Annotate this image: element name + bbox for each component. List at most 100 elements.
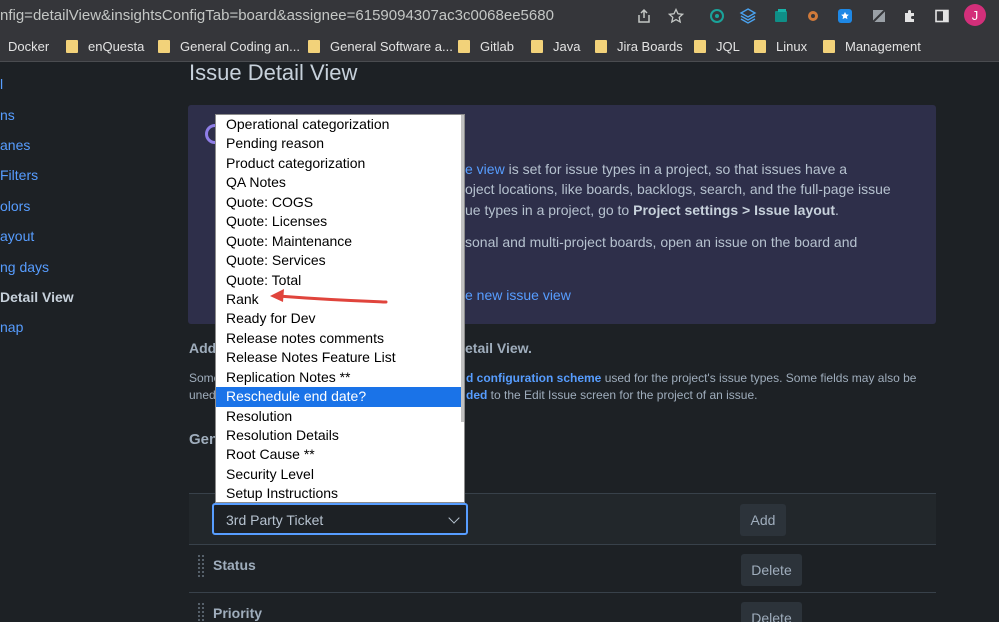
bookmark-general-coding[interactable]: General Coding an...	[158, 39, 300, 54]
sidebar-item[interactable]: ns	[0, 107, 15, 123]
bookmark-label: JQL	[716, 39, 740, 54]
dropdown-option[interactable]: Setup Instructions	[216, 484, 464, 502]
bookmark-jira-boards[interactable]: Jira Boards	[595, 39, 683, 54]
sidebar-item-working-days[interactable]: ng days	[0, 259, 49, 275]
bookmark-management[interactable]: Management	[823, 39, 921, 54]
info-line-3: ue types in a project, go to Project set…	[465, 202, 839, 218]
delete-button-status[interactable]: Delete	[741, 554, 802, 586]
dropdown-option[interactable]: Resolution	[216, 407, 464, 426]
dropdown-option[interactable]: Release Notes Feature List	[216, 348, 464, 367]
config-scheme-link[interactable]: d configuration scheme	[466, 371, 601, 385]
bookmark-linux[interactable]: Linux	[754, 39, 807, 54]
sidebar-item-card-colors[interactable]: olors	[0, 198, 30, 214]
desc-link[interactable]: ded	[466, 388, 487, 402]
folder-icon	[158, 40, 170, 53]
desc-text: to the Edit Issue screen for the project…	[487, 388, 758, 402]
dropdown-option[interactable]: Root Cause **	[216, 445, 464, 464]
bookmark-docker[interactable]: Docker	[8, 39, 49, 54]
desc-text: used for the project's issue types. Some…	[601, 371, 917, 385]
bookmark-jql[interactable]: JQL	[694, 39, 740, 54]
desc-line-2: ded to the Edit Issue screen for the pro…	[466, 388, 758, 402]
gray-square-extension-icon[interactable]	[869, 6, 889, 26]
sidebar-item[interactable]: l	[0, 76, 3, 92]
dropdown-option[interactable]: Replication Notes **	[216, 368, 464, 387]
info-link[interactable]: e view	[465, 161, 505, 177]
dropdown-option[interactable]: QA Notes	[216, 173, 464, 192]
folder-icon	[66, 40, 78, 53]
sidebar-item-swimlanes[interactable]: anes	[0, 137, 30, 153]
shield-extension-icon[interactable]	[835, 6, 855, 26]
bookmark-label: Docker	[8, 39, 50, 54]
browser-toolbar: nfig=detailView&insightsConfigTab=board&…	[0, 0, 999, 32]
sidebar-item-roadmap[interactable]: nap	[0, 319, 23, 335]
desc-left-2: uned	[189, 388, 216, 402]
info-text: ue types in a project, go to	[465, 202, 634, 218]
bookmark-label: enQuesta	[88, 39, 145, 54]
chevron-down-icon	[448, 512, 460, 524]
sidebar-item-card-layout[interactable]: ayout	[0, 228, 34, 244]
bookmark-star-icon[interactable]	[666, 6, 686, 26]
dropdown-option[interactable]: Quote: Maintenance	[216, 232, 464, 251]
profile-avatar[interactable]: J	[964, 4, 986, 26]
dropdown-option[interactable]: Ready for Dev	[216, 309, 464, 328]
info-line-2: oject locations, like boards, backlogs, …	[465, 181, 891, 197]
sidebar-item-quick-filters[interactable]: Filters	[0, 167, 38, 183]
folder-icon	[458, 40, 470, 53]
gear-extension-icon[interactable]	[803, 6, 823, 26]
folder-icon	[308, 40, 320, 53]
dropdown-option[interactable]: Resolution Details	[216, 426, 464, 445]
dropdown-option-highlighted[interactable]: Reschedule end date?	[216, 387, 464, 407]
info-text: .	[835, 202, 839, 218]
folder-icon	[694, 40, 706, 53]
delete-button-priority[interactable]: Delete	[741, 602, 802, 622]
new-issue-view-link[interactable]: e new issue view	[465, 287, 571, 303]
field-row-label-status: Status	[213, 557, 256, 573]
dropdown-option[interactable]: Quote: Services	[216, 251, 464, 270]
address-bar-url[interactable]: nfig=detailView&insightsConfigTab=board&…	[0, 7, 554, 24]
general-fields-heading: Gen	[189, 431, 219, 448]
dropdown-option[interactable]: Security Level	[216, 465, 464, 484]
dropdown-scrollbar[interactable]	[461, 115, 464, 422]
field-select[interactable]: 3rd Party Ticket	[212, 503, 468, 535]
bookmark-general-software[interactable]: General Software a...	[308, 39, 453, 54]
bookmark-label: Gitlab	[480, 39, 514, 54]
bookmark-label: Linux	[776, 39, 808, 54]
page-title: Issue Detail View	[189, 60, 358, 85]
bookmark-gitlab[interactable]: Gitlab	[458, 39, 514, 54]
folder-icon	[754, 40, 766, 53]
dropdown-option[interactable]: Quote: COGS	[216, 193, 464, 212]
dropdown-option[interactable]: Product categorization	[216, 154, 464, 173]
teal-extension-icon[interactable]	[771, 6, 791, 26]
dropdown-option-rank[interactable]: Rank	[216, 290, 464, 309]
drag-handle-icon[interactable]	[197, 554, 205, 578]
folder-icon	[823, 40, 835, 53]
drag-handle-icon[interactable]	[197, 602, 205, 622]
dropdown-option[interactable]: Quote: Total	[216, 271, 464, 290]
bookmark-label: Management	[845, 39, 921, 54]
field-row-label-priority: Priority	[213, 605, 263, 621]
field-select-value: 3rd Party Ticket	[226, 512, 324, 528]
info-line-1: e view is set for issue types in a proje…	[465, 161, 847, 177]
dropdown-option[interactable]: Operational categorization	[216, 115, 464, 134]
bookmarks-bar: Docker enQuesta General Coding an... Gen…	[0, 32, 999, 62]
bookmark-enquesta[interactable]: enQuesta	[66, 39, 144, 54]
row-divider	[189, 592, 936, 593]
dropdown-option[interactable]: Release notes comments	[216, 329, 464, 348]
bookmark-java[interactable]: Java	[531, 39, 580, 54]
field-options-dropdown[interactable]: Operational categorization Pending reaso…	[215, 114, 465, 503]
puzzle-extensions-icon[interactable]	[900, 6, 920, 26]
add-button[interactable]: Add	[740, 504, 786, 536]
layers-extension-icon[interactable]	[738, 6, 758, 26]
side-panel-icon[interactable]	[932, 6, 952, 26]
bookmark-label: General Coding an...	[180, 39, 300, 54]
dropdown-option[interactable]: Quote: Licenses	[216, 212, 464, 231]
info-line-4: sonal and multi-project boards, open an …	[465, 234, 858, 250]
add-heading-left: Add	[189, 340, 217, 356]
bookmark-label: General Software a...	[330, 39, 453, 54]
dropdown-option[interactable]: Pending reason	[216, 134, 464, 153]
bookmark-label: Java	[553, 39, 581, 54]
info-bold-path: Project settings > Issue layout	[633, 202, 836, 218]
extension-circle-icon[interactable]	[707, 6, 727, 26]
share-icon[interactable]	[634, 6, 654, 26]
sidebar-item-issue-detail-view[interactable]: Detail View	[0, 289, 74, 305]
